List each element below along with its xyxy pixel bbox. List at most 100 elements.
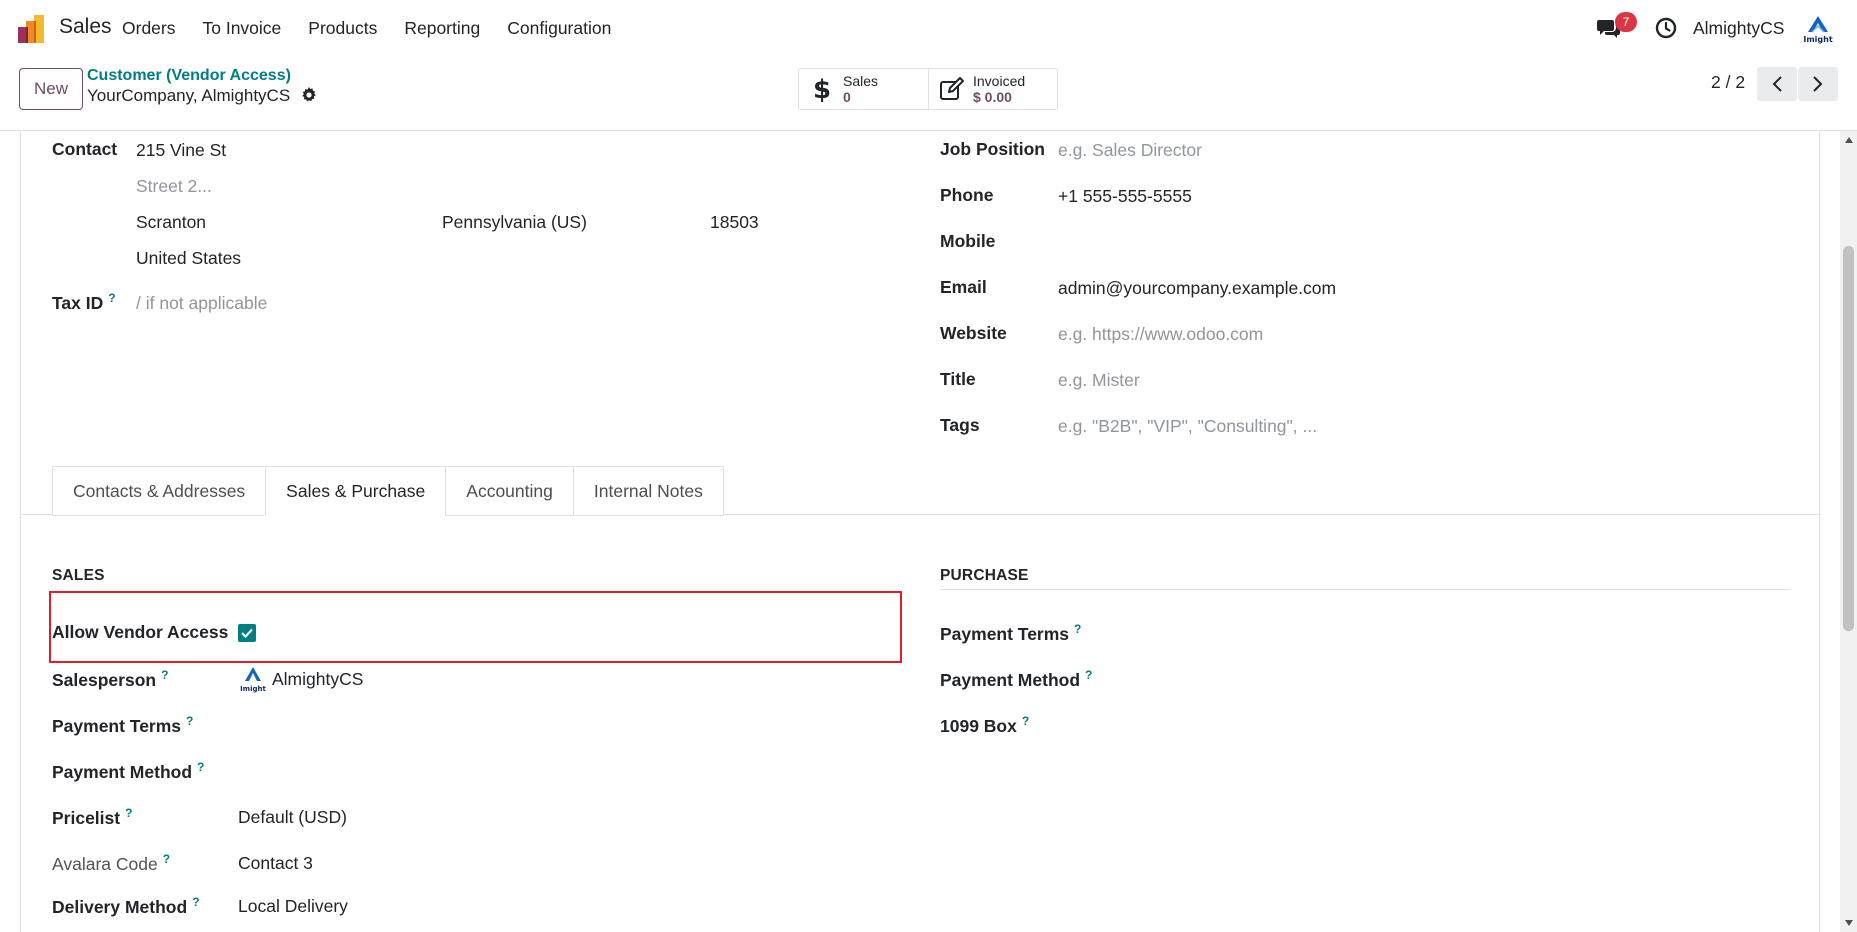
tax-id-label: Tax ID? — [52, 291, 116, 313]
website-label: Website — [940, 323, 1007, 343]
company-logo[interactable]: Imight — [1800, 14, 1836, 44]
sales-payment-terms-label: Payment Terms? — [52, 714, 194, 736]
zip-field[interactable]: 18503 — [710, 212, 759, 233]
phone-label: Phone — [940, 185, 994, 205]
delivery-method-field[interactable]: Local Delivery — [238, 896, 348, 917]
title-field[interactable]: e.g. Mister — [1058, 370, 1140, 391]
help-icon[interactable]: ? — [1085, 668, 1092, 682]
user-name[interactable]: AlmightyCS — [1693, 18, 1784, 39]
notebook-tabs: Contacts & Addresses Sales & Purchase Ac… — [52, 466, 724, 516]
invoiced-smart-label: Invoiced — [973, 73, 1026, 89]
job-position-field[interactable]: e.g. Sales Director — [1058, 140, 1202, 161]
allow-vendor-access-checkbox[interactable] — [238, 624, 256, 642]
pager-next-button[interactable] — [1798, 67, 1838, 101]
sales-section-title: SALES — [52, 567, 105, 584]
city-field[interactable]: Scranton — [136, 212, 206, 233]
app-name[interactable]: Sales — [59, 15, 112, 39]
title-label: Title — [940, 369, 976, 389]
sales-smart-button[interactable]: $ Sales 0 — [799, 69, 929, 109]
box-1099-label: 1099 Box? — [940, 714, 1030, 736]
smart-buttons: $ Sales 0 Invoiced $ 0.00 — [798, 68, 1058, 110]
scrollbar-thumb[interactable] — [1843, 246, 1854, 631]
purchase-payment-method-label: Payment Method? — [940, 668, 1093, 690]
allow-vendor-access-label: Allow Vendor Access — [52, 622, 229, 642]
help-icon[interactable]: ? — [1022, 714, 1029, 728]
menu-configuration[interactable]: Configuration — [507, 18, 611, 39]
tab-contacts-addresses[interactable]: Contacts & Addresses — [52, 466, 267, 516]
delivery-method-label: Delivery Method? — [52, 895, 200, 917]
salesperson-value: AlmightyCS — [272, 668, 364, 689]
phone-field[interactable]: +1 555-555-5555 — [1058, 186, 1192, 207]
pager-previous-button[interactable] — [1757, 67, 1797, 101]
help-icon[interactable]: ? — [186, 714, 193, 728]
scroll-up-arrow-icon[interactable] — [1845, 137, 1853, 143]
invoiced-smart-button[interactable]: Invoiced $ 0.00 — [929, 69, 1057, 109]
breadcrumb-current: YourCompany, AlmightyCS — [87, 86, 317, 106]
salesperson-label: Salesperson? — [52, 668, 169, 690]
pricelist-label: Pricelist? — [52, 806, 133, 828]
gear-icon[interactable] — [301, 87, 317, 103]
pricelist-field[interactable]: Default (USD) — [238, 807, 347, 828]
help-icon[interactable]: ? — [125, 806, 132, 820]
tags-label: Tags — [940, 415, 980, 435]
imight-logo-icon: Imight — [1803, 16, 1833, 44]
tab-internal-notes[interactable]: Internal Notes — [572, 466, 724, 516]
help-icon[interactable]: ? — [197, 760, 204, 774]
tab-sales-purchase[interactable]: Sales & Purchase — [265, 466, 447, 516]
menu-to-invoice[interactable]: To Invoice — [202, 18, 281, 39]
record-name: YourCompany, AlmightyCS — [87, 86, 291, 105]
help-icon[interactable]: ? — [161, 668, 168, 682]
avalara-code-label: Avalara Code? — [52, 852, 171, 874]
tags-field[interactable]: e.g. "B2B", "VIP", "Consulting", ... — [1058, 416, 1317, 437]
chevron-left-icon — [1772, 76, 1782, 92]
form-sheet: Contact 215 Vine St Street 2... Scranton… — [20, 131, 1821, 932]
control-panel: New Customer (Vendor Access) YourCompany… — [0, 56, 1857, 131]
dollar-icon: $ — [813, 76, 831, 102]
email-field[interactable]: admin@yourcompany.example.com — [1058, 278, 1336, 299]
svg-text:$: $ — [813, 76, 831, 102]
sales-app-icon[interactable] — [18, 15, 46, 43]
tab-accounting[interactable]: Accounting — [445, 466, 574, 516]
help-icon[interactable]: ? — [192, 895, 199, 909]
help-icon[interactable]: ? — [108, 291, 115, 305]
website-field[interactable]: e.g. https://www.odoo.com — [1058, 324, 1263, 345]
invoiced-smart-value: $ 0.00 — [973, 89, 1012, 105]
pager-value[interactable]: 2 / 2 — [1711, 72, 1745, 93]
help-icon[interactable]: ? — [1074, 622, 1081, 636]
vertical-scrollbar[interactable] — [1840, 131, 1857, 932]
sales-smart-label: Sales — [843, 73, 879, 89]
sales-smart-value: 0 — [843, 89, 851, 105]
street-field[interactable]: 215 Vine St — [136, 140, 226, 161]
form-view: Contact 215 Vine St Street 2... Scranton… — [0, 131, 1840, 932]
menu-products[interactable]: Products — [308, 18, 377, 39]
avatar: Imight — [240, 667, 266, 693]
avalara-code-field[interactable]: Contact 3 — [238, 853, 313, 874]
checkmark-icon — [241, 628, 253, 638]
street2-field[interactable]: Street 2... — [136, 176, 212, 197]
new-button[interactable]: New — [19, 68, 83, 110]
top-navbar: Sales Orders To Invoice Products Reporti… — [0, 0, 1857, 56]
salesperson-field[interactable]: Imight AlmightyCS — [238, 665, 363, 693]
contact-label: Contact — [52, 139, 118, 159]
scroll-down-arrow-icon[interactable] — [1845, 920, 1853, 926]
clock-icon[interactable] — [1655, 17, 1677, 39]
mobile-label: Mobile — [940, 231, 996, 251]
sales-payment-method-label: Payment Method? — [52, 760, 205, 782]
state-field[interactable]: Pennsylvania (US) — [442, 212, 587, 233]
svg-text:Imight: Imight — [240, 685, 266, 693]
menu-reporting[interactable]: Reporting — [404, 18, 480, 39]
breadcrumb-parent[interactable]: Customer (Vendor Access) — [87, 67, 291, 85]
purchase-payment-terms-label: Payment Terms? — [940, 622, 1082, 644]
purchase-divider — [940, 589, 1789, 590]
chat-badge: 7 — [1615, 12, 1637, 32]
tax-id-field[interactable]: / if not applicable — [136, 293, 267, 314]
svg-text:Imight: Imight — [1803, 35, 1832, 44]
menu-orders[interactable]: Orders — [122, 18, 175, 39]
pencil-square-icon — [940, 77, 964, 100]
country-field[interactable]: United States — [136, 248, 241, 269]
help-icon[interactable]: ? — [163, 852, 170, 866]
main-menu: Orders To Invoice Products Reporting Con… — [122, 18, 638, 39]
job-position-label: Job Position — [940, 139, 1045, 159]
email-label: Email — [940, 277, 987, 297]
chevron-right-icon — [1813, 76, 1823, 92]
